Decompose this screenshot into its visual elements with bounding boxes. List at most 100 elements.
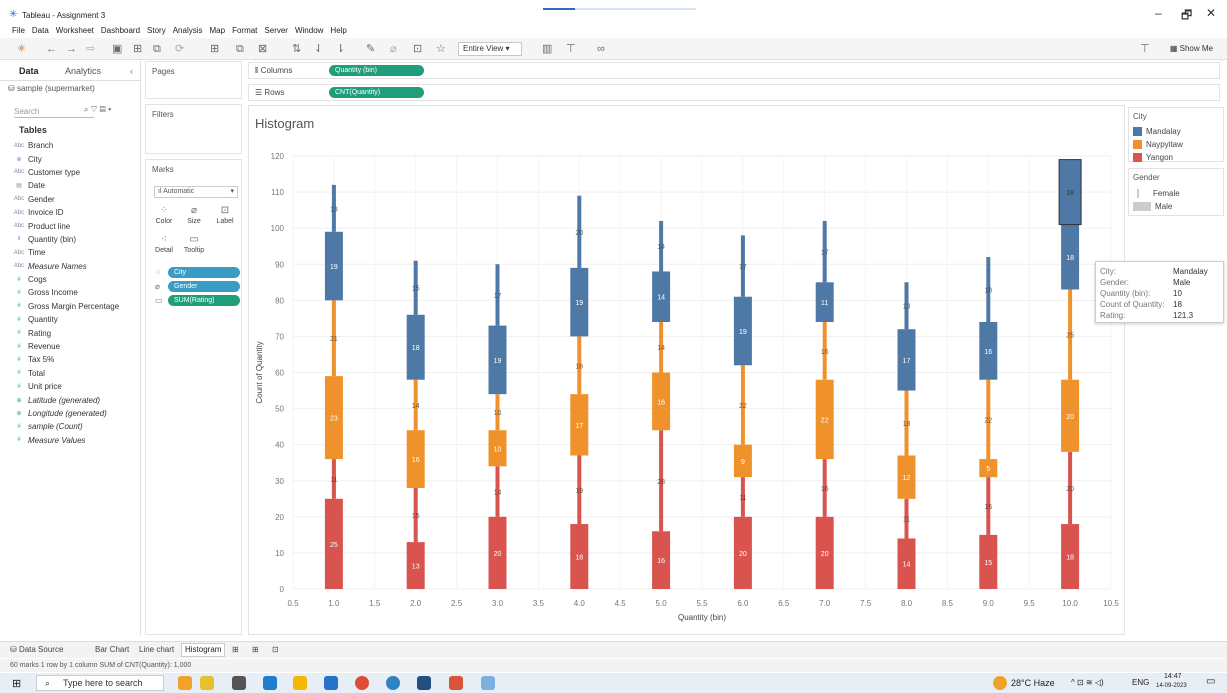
field-item[interactable]: Abc Product line bbox=[10, 219, 140, 232]
search-input[interactable]: Search bbox=[14, 105, 94, 118]
taskbar-app-icon[interactable] bbox=[178, 676, 192, 690]
field-item[interactable]: Abc Invoice ID bbox=[10, 206, 140, 219]
field-item[interactable]: ⊕ Longitude (generated) bbox=[10, 407, 140, 420]
duplicate-sheet-icon[interactable]: ⧉ bbox=[236, 42, 244, 56]
field-item[interactable]: # Revenue bbox=[10, 340, 140, 353]
label-button[interactable]: ⊡ Label bbox=[212, 204, 238, 232]
task-view-icon[interactable] bbox=[232, 676, 246, 690]
presentation-icon[interactable]: ⊤ bbox=[566, 42, 576, 56]
mark-type-select[interactable]: ıl Automatic ▾ bbox=[154, 186, 238, 198]
new-dashboard-tab-icon[interactable]: ⊞ bbox=[252, 645, 259, 654]
field-item[interactable]: # Gross Income bbox=[10, 286, 140, 299]
pages-card[interactable]: Pages bbox=[145, 61, 242, 99]
weather-text[interactable]: 28°C Haze bbox=[1011, 678, 1055, 688]
presentation-mode-icon[interactable]: ⊤ bbox=[1140, 42, 1150, 56]
detail-button[interactable]: ⁖ Detail bbox=[151, 233, 177, 261]
refresh-icon[interactable]: ⟳ bbox=[175, 42, 184, 56]
rows-shelf[interactable]: ☰ Rows CNT(Quantity) bbox=[248, 84, 1220, 101]
columns-shelf[interactable]: ⦀ Columns Quantity (bin) bbox=[248, 62, 1220, 79]
chrome-alt-icon[interactable] bbox=[386, 676, 400, 690]
close-button[interactable]: ✕ bbox=[1206, 6, 1216, 20]
fix-axes-icon[interactable]: ☆ bbox=[436, 42, 446, 56]
field-item[interactable]: ⊕ Latitude (generated) bbox=[10, 393, 140, 406]
taskbar-app-icon[interactable] bbox=[200, 676, 214, 690]
chrome-icon[interactable] bbox=[355, 676, 369, 690]
tab-data[interactable]: Data bbox=[19, 66, 39, 76]
new-datasource-icon[interactable]: ⊞ bbox=[133, 42, 142, 56]
field-item[interactable]: # Tax 5% bbox=[10, 353, 140, 366]
rows-pill[interactable]: CNT(Quantity) bbox=[329, 87, 424, 98]
share-icon[interactable]: ∞ bbox=[597, 42, 605, 56]
field-item[interactable]: Abc Customer type bbox=[10, 166, 140, 179]
field-item[interactable]: ▤ Date bbox=[10, 179, 140, 192]
labels-icon[interactable]: ⊡ bbox=[413, 42, 422, 56]
legend-item-female[interactable]: Female bbox=[1137, 189, 1180, 198]
collapse-icon[interactable]: ‹ bbox=[130, 66, 133, 76]
menu-map[interactable]: Map bbox=[210, 24, 226, 37]
clock-date[interactable]: 14-09-2023 bbox=[1156, 683, 1187, 689]
pill-rating[interactable]: SUM(Rating) bbox=[168, 295, 240, 306]
notifications-icon[interactable]: ▭ bbox=[1206, 676, 1215, 687]
menu-window[interactable]: Window bbox=[295, 24, 323, 37]
menu-format[interactable]: Format bbox=[232, 24, 257, 37]
legend-item-mandalay[interactable]: Mandalay bbox=[1133, 127, 1181, 136]
sort-desc-icon[interactable]: ⇂ bbox=[336, 42, 345, 56]
language-indicator[interactable]: ENG bbox=[1132, 678, 1149, 687]
redo-icon[interactable]: → bbox=[66, 42, 77, 56]
taskbar-search-input[interactable]: ⌕ Type here to search bbox=[36, 675, 164, 691]
menu-analysis[interactable]: Analysis bbox=[173, 24, 203, 37]
new-story-tab-icon[interactable]: ⊡ bbox=[272, 645, 279, 654]
edge-icon[interactable] bbox=[263, 676, 277, 690]
field-item[interactable]: # Gross Margin Percentage bbox=[10, 300, 140, 313]
tab-analytics[interactable]: Analytics bbox=[65, 66, 101, 76]
field-item[interactable]: ⊕ City bbox=[10, 152, 140, 165]
clock-time[interactable]: 14:47 bbox=[1164, 673, 1182, 680]
menu-worksheet[interactable]: Worksheet bbox=[56, 24, 94, 37]
tableau-taskbar-icon[interactable] bbox=[481, 676, 495, 690]
color-button[interactable]: ⁘ Color bbox=[151, 204, 177, 232]
field-item[interactable]: Abc Gender bbox=[10, 193, 140, 206]
field-item[interactable]: Abc Time bbox=[10, 246, 140, 259]
field-item[interactable]: Abc Measure Names bbox=[10, 260, 140, 273]
field-item[interactable]: # Unit price bbox=[10, 380, 140, 393]
legend-item-yangon[interactable]: Yangon bbox=[1133, 153, 1173, 162]
file-explorer-icon[interactable] bbox=[293, 676, 307, 690]
field-item[interactable]: # sample (Count) bbox=[10, 420, 140, 433]
field-item[interactable]: # Total bbox=[10, 367, 140, 380]
tray-icons[interactable]: ^ ⊡ ≋ ◁) bbox=[1071, 678, 1104, 687]
tab-data-source[interactable]: ⛁ Data Source bbox=[10, 645, 63, 654]
pill-city[interactable]: City bbox=[168, 267, 240, 278]
app-icon[interactable] bbox=[417, 676, 431, 690]
show-me-button[interactable]: ▦ Show Me bbox=[1170, 42, 1213, 56]
highlight-icon[interactable]: ✎ bbox=[366, 42, 375, 56]
tab-bar-chart[interactable]: Bar Chart bbox=[95, 645, 129, 654]
menu-help[interactable]: Help bbox=[330, 24, 346, 37]
field-item[interactable]: # Measure Values bbox=[10, 434, 140, 447]
pause-updates-icon[interactable]: ⧉ bbox=[153, 42, 161, 56]
view-select[interactable]: Entire View ▾ bbox=[458, 42, 522, 56]
menu-dashboard[interactable]: Dashboard bbox=[101, 24, 140, 37]
show-cards-icon[interactable]: ▥ bbox=[542, 42, 552, 56]
legend-item-naypyitaw[interactable]: Naypyitaw bbox=[1133, 140, 1183, 149]
data-source[interactable]: ⛁ sample (supermarket) bbox=[8, 84, 95, 93]
app-icon[interactable] bbox=[449, 676, 463, 690]
menu-server[interactable]: Server bbox=[264, 24, 288, 37]
histogram-chart[interactable]: 0 10 20 30 40 50 60 70 80 90 100 110 120 0.5 1.0 1.5 2.0… bbox=[249, 106, 1124, 634]
windows-start-icon[interactable]: ⊞ bbox=[12, 677, 21, 690]
menu-data[interactable]: Data bbox=[32, 24, 49, 37]
menu-file[interactable]: File bbox=[12, 24, 25, 37]
columns-pill[interactable]: Quantity (bin) bbox=[329, 65, 424, 76]
mail-icon[interactable] bbox=[324, 676, 338, 690]
clear-sheet-icon[interactable]: ⊠ bbox=[258, 42, 267, 56]
tooltip-button[interactable]: ▭ Tooltip bbox=[181, 233, 207, 261]
minimize-button[interactable]: – bbox=[1155, 6, 1162, 20]
forward-icon[interactable]: ⇨ bbox=[86, 42, 95, 56]
undo-icon[interactable]: ← bbox=[46, 42, 57, 56]
field-item[interactable]: Abc Branch bbox=[10, 139, 140, 152]
field-item[interactable]: # Quantity bbox=[10, 313, 140, 326]
menu-story[interactable]: Story bbox=[147, 24, 166, 37]
new-worksheet-icon[interactable]: ⊞ bbox=[210, 42, 219, 56]
filters-card[interactable]: Filters bbox=[145, 104, 242, 154]
field-item[interactable]: # Cogs bbox=[10, 273, 140, 286]
field-item[interactable]: # Rating bbox=[10, 326, 140, 339]
